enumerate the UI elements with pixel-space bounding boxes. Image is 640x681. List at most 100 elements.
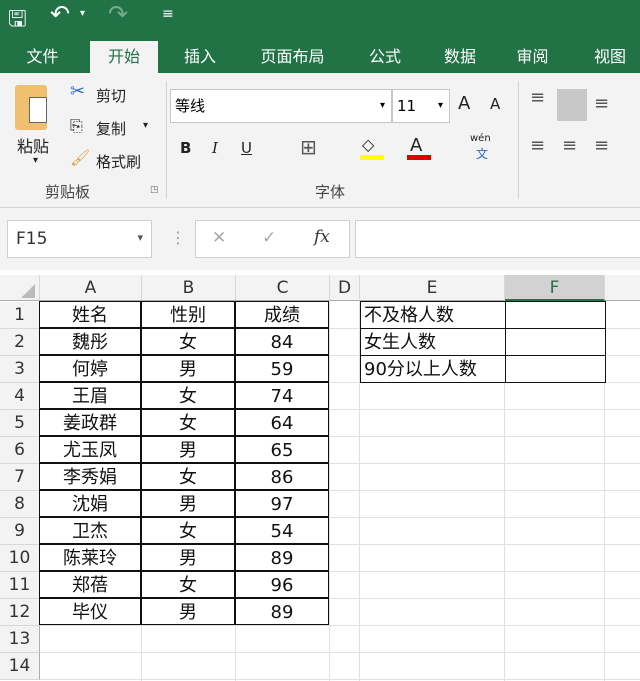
align-middle-icon[interactable]: [557, 89, 587, 121]
cell[interactable]: 89: [235, 598, 329, 625]
column-header-f[interactable]: F: [505, 275, 605, 301]
cell[interactable]: 陈莱玲: [39, 544, 141, 571]
cancel-icon[interactable]: ✕: [212, 228, 226, 248]
tab-insert[interactable]: 插入: [170, 41, 230, 73]
column-header-a[interactable]: A: [40, 275, 142, 301]
cell[interactable]: 成绩: [235, 301, 329, 328]
cell[interactable]: 女: [141, 517, 235, 544]
bold-button[interactable]: B: [180, 139, 191, 157]
paste-icon[interactable]: [15, 85, 47, 130]
grow-font-button[interactable]: A: [458, 93, 470, 114]
row-header-1[interactable]: 1: [0, 302, 40, 329]
align-center-icon[interactable]: ≡: [562, 135, 577, 156]
stat-label-cell[interactable]: 女生人数: [360, 328, 506, 356]
cell[interactable]: 59: [235, 355, 329, 382]
cell[interactable]: 性别: [141, 301, 235, 328]
cell[interactable]: 男: [141, 598, 235, 625]
stat-value-cell[interactable]: [505, 301, 606, 329]
cell[interactable]: 王眉: [39, 382, 141, 409]
row-header-12[interactable]: 12: [0, 599, 40, 626]
row-header-2[interactable]: 2: [0, 329, 40, 356]
font-size-select[interactable]: 11 ▾: [392, 89, 450, 123]
tab-data[interactable]: 数据: [430, 41, 490, 73]
cell[interactable]: 姓名: [39, 301, 141, 328]
fill-color-icon[interactable]: ◇: [362, 135, 374, 154]
cell[interactable]: 尤玉凤: [39, 436, 141, 463]
cell[interactable]: 54: [235, 517, 329, 544]
paste-button[interactable]: 粘贴: [17, 133, 49, 157]
cell[interactable]: 女: [141, 409, 235, 436]
stat-label-cell[interactable]: 不及格人数: [360, 301, 506, 329]
undo-icon[interactable]: ↶: [50, 0, 70, 28]
column-header-g[interactable]: [605, 275, 640, 301]
name-box[interactable]: F15 ▾: [7, 220, 152, 258]
cell[interactable]: 姜政群: [39, 409, 141, 436]
cell[interactable]: 女: [141, 571, 235, 598]
tab-file[interactable]: 文件: [10, 41, 75, 73]
cell[interactable]: 李秀娟: [39, 463, 141, 490]
cell[interactable]: 女: [141, 328, 235, 355]
cell[interactable]: 男: [141, 544, 235, 571]
row-header-7[interactable]: 7: [0, 464, 40, 491]
row-header-14[interactable]: 14: [0, 653, 40, 680]
cell[interactable]: 魏彤: [39, 328, 141, 355]
redo-icon[interactable]: ↷: [108, 0, 128, 28]
align-right-icon[interactable]: ≡: [594, 135, 609, 156]
row-header-8[interactable]: 8: [0, 491, 40, 518]
stat-value-cell[interactable]: [505, 328, 606, 356]
cell[interactable]: 男: [141, 490, 235, 517]
tab-review[interactable]: 审阅: [505, 41, 560, 73]
phonetic-button[interactable]: wén: [470, 133, 491, 144]
align-top-icon[interactable]: ≡: [530, 87, 545, 108]
row-header-9[interactable]: 9: [0, 518, 40, 545]
cut-button[interactable]: 剪切: [96, 85, 126, 106]
stat-label-cell[interactable]: 90分以上人数: [360, 355, 506, 383]
tab-page-layout[interactable]: 页面布局: [250, 41, 335, 73]
drag-handle-icon[interactable]: ⋮: [170, 228, 186, 247]
undo-dropdown-icon[interactable]: ▾: [80, 8, 85, 19]
font-name-select[interactable]: 等线 ▾: [170, 89, 392, 123]
cell[interactable]: 女: [141, 463, 235, 490]
align-bottom-icon[interactable]: ≡: [594, 93, 609, 114]
stat-value-cell[interactable]: [505, 355, 606, 383]
row-header-4[interactable]: 4: [0, 383, 40, 410]
copy-dropdown-icon[interactable]: ▾: [143, 120, 148, 131]
chevron-down-icon[interactable]: ▾: [137, 231, 143, 244]
cell[interactable]: 84: [235, 328, 329, 355]
cell[interactable]: 89: [235, 544, 329, 571]
font-color-button[interactable]: A: [410, 135, 422, 156]
cell[interactable]: 男: [141, 355, 235, 382]
tab-view[interactable]: 视图: [580, 41, 640, 73]
enter-icon[interactable]: ✓: [262, 228, 276, 248]
cell[interactable]: 96: [235, 571, 329, 598]
align-left-icon[interactable]: ≡: [530, 135, 545, 156]
format-painter-button[interactable]: 格式刷: [96, 151, 141, 172]
cell[interactable]: 86: [235, 463, 329, 490]
italic-button[interactable]: I: [212, 139, 218, 157]
underline-button[interactable]: U: [241, 139, 252, 157]
cell[interactable]: 女: [141, 382, 235, 409]
cell[interactable]: 65: [235, 436, 329, 463]
row-header-13[interactable]: 13: [0, 626, 40, 653]
cell[interactable]: 74: [235, 382, 329, 409]
cell[interactable]: 64: [235, 409, 329, 436]
column-header-d[interactable]: D: [330, 275, 360, 301]
customize-icon[interactable]: ≡: [162, 6, 174, 22]
insert-function-icon[interactable]: fx: [314, 227, 330, 247]
cell[interactable]: 97: [235, 490, 329, 517]
paste-dropdown-icon[interactable]: ▾: [33, 155, 38, 166]
row-header-10[interactable]: 10: [0, 545, 40, 572]
dialog-launcher-icon[interactable]: ◳: [150, 185, 159, 195]
select-all-button[interactable]: [0, 275, 40, 301]
cell[interactable]: 何婷: [39, 355, 141, 382]
cell[interactable]: 卫杰: [39, 517, 141, 544]
cell[interactable]: 毕仪: [39, 598, 141, 625]
formula-input[interactable]: [355, 220, 640, 258]
row-header-6[interactable]: 6: [0, 437, 40, 464]
cell[interactable]: 男: [141, 436, 235, 463]
row-header-3[interactable]: 3: [0, 356, 40, 383]
column-header-e[interactable]: E: [360, 275, 505, 301]
shrink-font-button[interactable]: A: [490, 95, 500, 113]
cell[interactable]: 郑蓓: [39, 571, 141, 598]
tab-formulas[interactable]: 公式: [355, 41, 415, 73]
